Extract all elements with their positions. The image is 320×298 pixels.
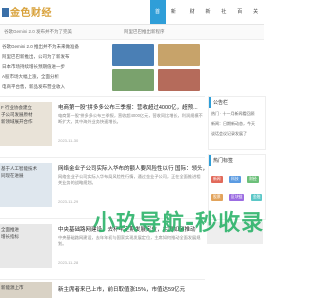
article-title[interactable]: 电商第一股”拼多多公布三季报：营收超过4000亿，超预... bbox=[58, 103, 198, 111]
article-thumbnail[interactable]: 新能源上市 bbox=[0, 282, 52, 298]
nav-item-4[interactable]: 新闻 bbox=[201, 0, 217, 39]
article-date: 2023-11-29 bbox=[58, 199, 79, 204]
ticker-item[interactable]: 谷歌Gemini 2.0 发布并不为了完美 bbox=[4, 29, 72, 35]
nav-item-7[interactable]: 关于 bbox=[248, 0, 264, 39]
article-title[interactable]: 新主席者来已上市，前日取值涨15%，市值达59亿元 bbox=[58, 285, 185, 293]
notice-box: 公告栏 热门 · 十一月新闻看回顾 新闻：日期新动态，今天 谈话会议记录发展了 bbox=[208, 96, 266, 150]
nav-item-2[interactable]: 新文本 bbox=[166, 0, 185, 63]
nav-item-5[interactable]: 社区 bbox=[216, 0, 232, 39]
article-thumbnail[interactable]: 基于人工智能技术 同现在进展 bbox=[0, 163, 52, 207]
site-logo[interactable]: 金色财经 bbox=[2, 4, 52, 19]
feature-link[interactable]: 谷歌Gemini 2.0 推出并不为未来做准备 bbox=[2, 44, 79, 50]
feature-block: 谷歌Gemini 2.0 推出并不为未来做准备 阿里巴巴新推出，公司为了新发布 … bbox=[0, 40, 205, 95]
article-summary: 电商第一股“拼多多公布三季报，营收超4000亿元，营收同比增长，利润规模不断扩大… bbox=[58, 113, 203, 124]
logo-icon bbox=[2, 8, 9, 17]
feature-image[interactable] bbox=[112, 44, 154, 66]
article-summary: 网络金业子公司实际入华布局风险性行情，通过金业子公司，正在全面推进相关业务的战略… bbox=[58, 174, 201, 185]
thumb-text: 新能源上市 bbox=[1, 285, 24, 290]
tag[interactable]: 金融 bbox=[250, 194, 263, 201]
feature-link[interactable]: 日本市场持续增长预期值进一步 bbox=[2, 64, 65, 70]
nav-item-3[interactable]: 财经 bbox=[185, 0, 201, 39]
tag[interactable]: 新闻 bbox=[211, 176, 223, 183]
header: 金色财经 首页 新文本 财经 新闻 社区 百度 关于 bbox=[0, 0, 264, 63]
nav-item-home[interactable]: 首页 bbox=[150, 0, 166, 39]
thumb-text: F 行业协会建立 bbox=[1, 105, 32, 110]
thumb-text: 同现在进展 bbox=[1, 173, 24, 178]
logo-text: 金色财经 bbox=[10, 8, 52, 19]
tag-box-title: 热门标签 bbox=[209, 155, 265, 166]
thumb-text: 增长指标 bbox=[1, 234, 19, 239]
article-card[interactable]: F 行业协会建立 子公司发展原材 新领域展开合作 电商第一股”拼多多公布三季报：… bbox=[0, 96, 205, 157]
thumb-text: 新领域展开合作 bbox=[1, 119, 33, 124]
news-ticker: 谷歌Gemini 2.0 发布并不为了完美 阿里巴巴推出新程序 bbox=[0, 25, 264, 40]
feature-link[interactable]: A股市场大幅上涨，全面分析 bbox=[2, 74, 59, 80]
feature-link[interactable]: 阿里巴巴新推出，公司为了新发布 bbox=[2, 54, 70, 60]
thumb-text: 全面推进 bbox=[1, 227, 19, 232]
tag[interactable]: 股票 bbox=[211, 194, 223, 201]
thumb-text: 子公司发展原材 bbox=[1, 112, 33, 117]
watermark-text: 小玖导航-秒收录 bbox=[93, 211, 265, 236]
notice-line[interactable]: 谈话会议记录发展了 bbox=[211, 131, 247, 137]
notice-line[interactable]: 热门 · 十一月新闻看回顾 bbox=[211, 111, 255, 117]
notice-line[interactable]: 新闻：日期新动态，今天 bbox=[211, 121, 255, 127]
feature-image[interactable] bbox=[158, 69, 200, 91]
main-nav: 首页 新文本 财经 新闻 社区 百度 关于 bbox=[150, 0, 264, 63]
article-thumbnail[interactable]: F 行业协会建立 子公司发展原材 新领域展开合作 bbox=[0, 102, 52, 146]
notice-title: 公告栏 bbox=[209, 97, 265, 108]
nav-item-6[interactable]: 百度 bbox=[232, 0, 248, 39]
article-date: 2023-11-30 bbox=[58, 138, 79, 143]
article-card[interactable]: 新能源上市 新主席者来已上市，前日取值涨15%，市值达59亿元 bbox=[0, 279, 205, 298]
article-title[interactable]: 网络金业子公司实际入华布的额人要风险性以行 国际：领头，日.. bbox=[58, 164, 217, 172]
tag[interactable]: 科技 bbox=[229, 176, 241, 183]
article-thumbnail[interactable]: 全面推进 增长指标 bbox=[0, 224, 52, 268]
article-date: 2023-11-28 bbox=[58, 260, 79, 265]
thumb-text: 基于人工智能技术 bbox=[1, 166, 37, 171]
feature-image[interactable] bbox=[158, 44, 200, 66]
feature-link[interactable]: 电商平台售，新品发布营业收入 bbox=[2, 84, 65, 90]
tag[interactable]: 区块链 bbox=[229, 194, 245, 201]
ticker-item[interactable]: 阿里巴巴推出新程序 bbox=[124, 29, 165, 35]
tag[interactable]: 财经 bbox=[247, 176, 259, 183]
feature-image[interactable] bbox=[112, 69, 154, 91]
